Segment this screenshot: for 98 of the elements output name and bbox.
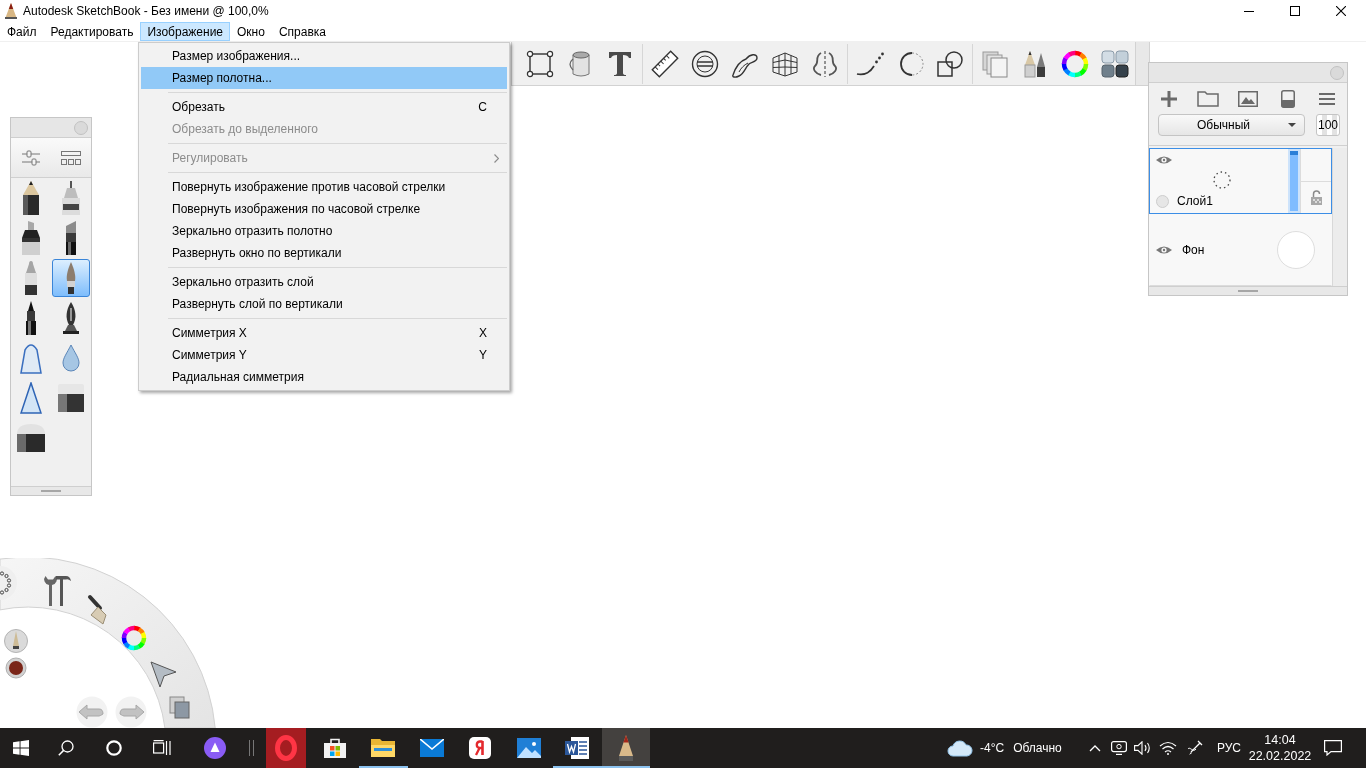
- eraser-icon: [17, 424, 45, 452]
- folder-icon[interactable]: [1197, 91, 1220, 107]
- dotted-ring-icon[interactable]: [0, 566, 17, 600]
- blend-mode-dropdown[interactable]: Обычный: [1158, 114, 1305, 136]
- swatch-grid-icon[interactable]: [1101, 49, 1129, 78]
- assistant-icon[interactable]: [204, 737, 226, 759]
- circle-guide-icon[interactable]: [691, 49, 719, 78]
- cone-icon: [20, 342, 42, 374]
- sliders-icon[interactable]: [21, 149, 40, 166]
- transform-square-icon[interactable]: [526, 49, 554, 78]
- chevron-up-icon[interactable]: [1089, 744, 1101, 752]
- layer-row[interactable]: Фон: [1149, 214, 1332, 286]
- paintbrush-icon: [66, 262, 76, 294]
- menu-item[interactable]: Радиальная симметрия: [141, 366, 507, 388]
- fountain-pen-nib-icon: [63, 302, 79, 334]
- triangle-icon: [20, 382, 42, 414]
- pencil-icon: [23, 181, 39, 215]
- menu-item[interactable]: Размер полотна...: [141, 67, 507, 89]
- folder-icon: [371, 738, 396, 758]
- circle-icon[interactable]: [106, 740, 122, 756]
- menu-item[interactable]: Справка: [271, 22, 333, 41]
- color-wheel-icon[interactable]: [121, 625, 147, 651]
- wrench-hammer-icon[interactable]: [44, 576, 71, 606]
- square-circle-icon[interactable]: [936, 49, 964, 78]
- clock-button[interactable]: 14:04 22.02.2022: [1249, 728, 1311, 768]
- technical-pen-icon: [60, 181, 82, 215]
- marker-icon: [20, 221, 42, 255]
- paintbrush-icon[interactable]: [88, 595, 107, 625]
- arrow-cursor-icon[interactable]: [150, 661, 177, 688]
- menu-item[interactable]: Зеркально отразить полотно: [141, 220, 507, 242]
- menu-item[interactable]: Симметрия Y Y: [141, 344, 507, 366]
- menu-item[interactable]: Повернуть изображение против часовой стрелки: [141, 176, 507, 198]
- plus-icon[interactable]: [1160, 91, 1177, 107]
- menu-item[interactable]: Изображение: [140, 22, 230, 41]
- droplet-icon: [62, 344, 80, 372]
- radio-circle-icon[interactable]: [1156, 194, 1169, 208]
- eye-icon[interactable]: [1156, 245, 1172, 255]
- caret-icon: [1288, 123, 1296, 127]
- menu-item[interactable]: Окно: [230, 22, 272, 41]
- window-title: Autodesk SketchBook - Без имени @ 100,0%: [23, 4, 270, 18]
- menu-item[interactable]: Редактировать: [43, 22, 141, 41]
- menu-icon[interactable]: [1319, 93, 1336, 105]
- eye-icon[interactable]: [1156, 155, 1172, 165]
- search-icon[interactable]: [58, 740, 74, 756]
- lock-icon[interactable]: [1310, 189, 1322, 205]
- logo-tile-icon: [469, 737, 492, 759]
- picture-icon: [516, 738, 541, 758]
- perspective-grid-icon[interactable]: [771, 49, 799, 78]
- image-icon[interactable]: [1238, 91, 1258, 107]
- layer-row[interactable]: Слой1: [1149, 148, 1332, 214]
- pencil-puck-icon[interactable]: [4, 629, 28, 653]
- layer-thumbnail: [1277, 231, 1315, 269]
- menu-item[interactable]: Файл: [0, 22, 44, 41]
- pen-icon[interactable]: [1187, 740, 1203, 756]
- maximize-icon[interactable]: [1290, 6, 1300, 16]
- ballpoint-pen-icon: [24, 261, 38, 295]
- opacity-field[interactable]: 100: [1316, 114, 1340, 136]
- notification-icon[interactable]: [1324, 740, 1342, 756]
- speaker-icon[interactable]: [1134, 741, 1152, 755]
- shortcut-label: Y: [479, 348, 487, 362]
- camera-icon[interactable]: [1111, 741, 1127, 755]
- ring-logo-icon: [266, 728, 307, 768]
- chisel-marker-icon: [65, 221, 77, 255]
- text-icon[interactable]: [606, 49, 634, 78]
- minimize-icon[interactable]: [1244, 10, 1254, 12]
- menu-item[interactable]: Развернуть окно по вертикали: [141, 242, 507, 264]
- layer-name: Слой1: [1177, 194, 1213, 208]
- envelope-icon: [419, 739, 444, 757]
- pencil-icon: [618, 735, 633, 761]
- pencil-icon: [5, 3, 17, 19]
- layer-name: Фон: [1182, 243, 1206, 257]
- toolbar-grip[interactable]: [1135, 42, 1149, 85]
- shortcut-label: C: [478, 100, 487, 114]
- stacked-pages-icon[interactable]: [169, 696, 190, 719]
- menu-item[interactable]: Повернуть изображения по часовой стрелке: [141, 198, 507, 220]
- brush-button[interactable]: [52, 259, 90, 297]
- shortcut-label: X: [479, 326, 487, 340]
- eraser-icon: [58, 384, 84, 412]
- menu-item[interactable]: Обрезать C: [141, 96, 507, 118]
- menu-item[interactable]: Развернуть слой по вертикали: [141, 293, 507, 315]
- grid-icon[interactable]: [60, 150, 81, 165]
- cloud-icon: [947, 739, 973, 757]
- windows-logo-icon[interactable]: [13, 740, 29, 756]
- dotted-circle-icon: [1213, 171, 1231, 189]
- menu-item[interactable]: Симметрия X X: [141, 322, 507, 344]
- menu-item[interactable]: Зеркально отразить слой: [141, 271, 507, 293]
- brush-pen-icon: [25, 301, 37, 335]
- half-filled-rectangle-icon[interactable]: [1280, 90, 1295, 108]
- weather-button[interactable]: -4°C Облачно: [943, 728, 1083, 768]
- symmetry-icon[interactable]: [811, 49, 839, 78]
- language-indicator[interactable]: РУС: [1209, 728, 1249, 768]
- menu-item[interactable]: Размер изображения...: [141, 45, 507, 67]
- document-icon: [565, 737, 590, 759]
- wifi-icon[interactable]: [1159, 741, 1177, 755]
- shopping-bag-icon: [323, 738, 346, 758]
- color-wheel-icon[interactable]: [1061, 49, 1089, 78]
- close-icon[interactable]: [1336, 6, 1346, 16]
- task-view-icon[interactable]: [153, 740, 171, 756]
